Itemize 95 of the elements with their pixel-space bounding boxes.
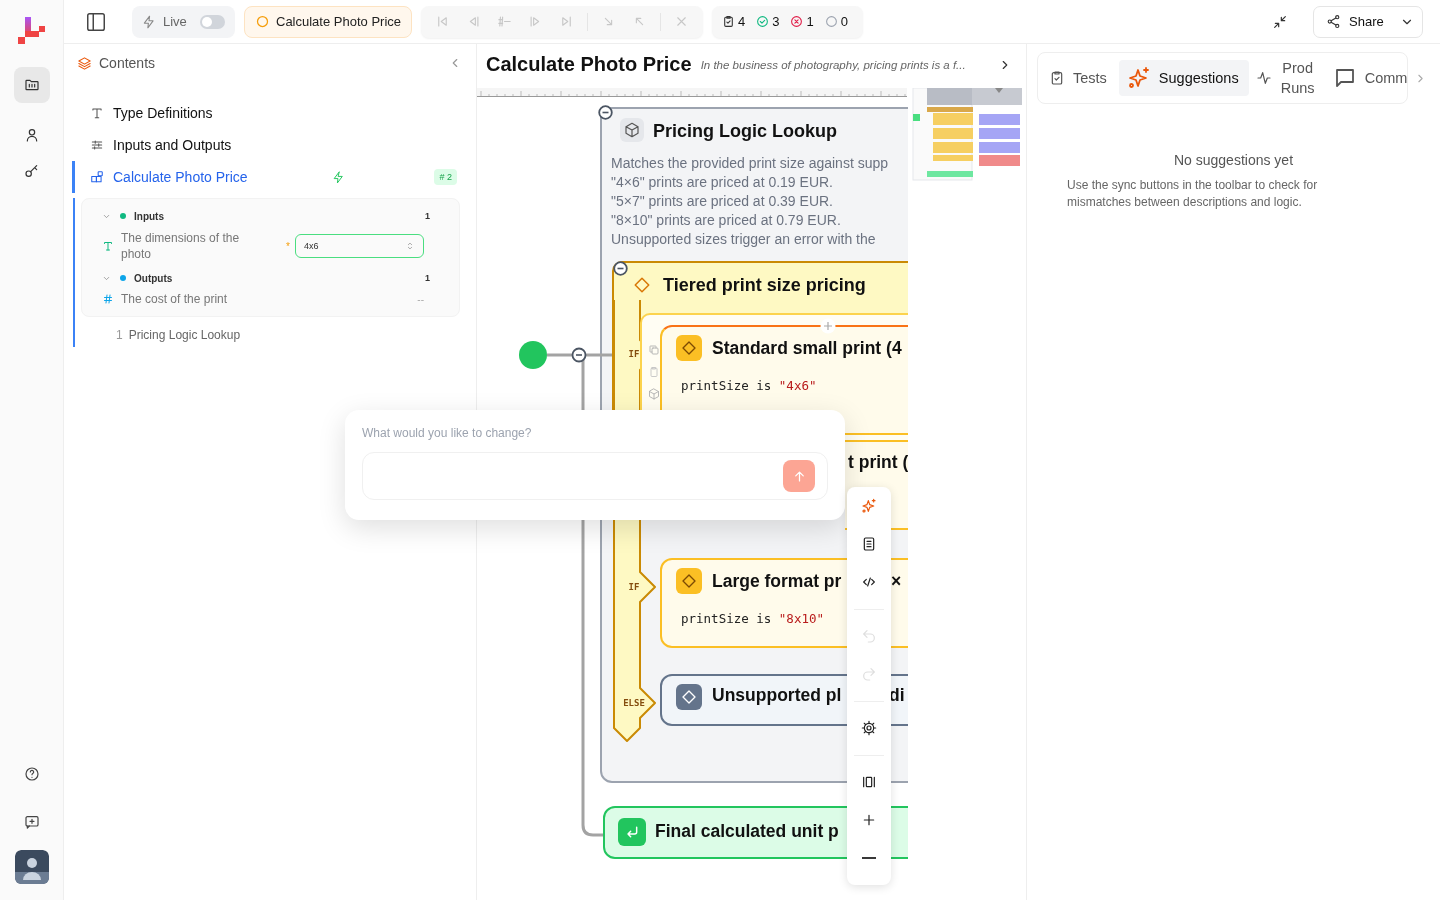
clipboard-check-icon [722, 15, 735, 28]
share-button[interactable]: Share [1313, 5, 1423, 38]
add-icon[interactable] [820, 318, 836, 334]
collapse-icon [1272, 13, 1288, 30]
diamond-icon [633, 276, 651, 294]
section-count: 1 [425, 211, 430, 221]
empty-message: Use the sync buttons in the toolbar to check for mismatches between descriptions and logic. [1067, 177, 1319, 211]
skip-end-icon [559, 14, 574, 29]
section-label: Inputs [134, 210, 164, 222]
branch-title: t print ( [848, 451, 908, 474]
panel-title: Contents [99, 55, 156, 71]
cube-icon [648, 388, 660, 400]
feedback-icon [23, 814, 40, 830]
field-label: The dimensions of the photo [121, 230, 241, 262]
node-title: Pricing Logic Lookup [653, 120, 837, 143]
prompt-label: What would you like to change? [362, 426, 533, 440]
clipboard-check-icon [1049, 70, 1065, 86]
return-icon [624, 824, 640, 840]
copy-icon [648, 344, 660, 356]
line-number-icon [497, 14, 512, 29]
diamond-icon [681, 340, 697, 356]
layers-icon [77, 55, 92, 71]
skip-start-icon [435, 14, 450, 29]
contents-item[interactable]: Calculate Photo Price # 2 [72, 161, 460, 193]
folder-icon [23, 77, 40, 93]
activity-icon [1255, 70, 1272, 86]
panel-tab[interactable]: Suggestions [1118, 60, 1249, 96]
section-label: Outputs [134, 272, 173, 284]
close-icon [674, 14, 689, 29]
clipboard-icon [648, 366, 660, 378]
live-toggle[interactable]: Live [132, 5, 235, 38]
function-chip[interactable]: Calculate Photo Price [244, 5, 412, 38]
blocks-icon [90, 170, 104, 184]
contents-item[interactable]: Type Definitions [72, 97, 460, 129]
check-circle-icon [756, 15, 770, 28]
condition-code: printSize is "4x6" [681, 378, 817, 393]
panel-tab[interactable]: Comm [1327, 60, 1407, 96]
branch-title: Standard small print (4 [712, 337, 902, 360]
panel-tab[interactable]: Tests [1044, 60, 1117, 96]
branch-label: IF [627, 582, 641, 592]
avatar[interactable] [14, 850, 49, 884]
hash-icon [102, 293, 114, 305]
condition-code: printSize is "8x10" [681, 611, 824, 626]
send-button[interactable] [783, 460, 815, 492]
test-count: 1 [806, 14, 814, 29]
prompt-field[interactable] [362, 452, 828, 500]
x-circle-icon [790, 15, 804, 28]
toggle-switch[interactable] [199, 14, 225, 29]
field-label: The cost of the print [121, 291, 228, 307]
test-count: 4 [738, 14, 746, 29]
branch-label: ELSE [622, 698, 646, 708]
circle-icon [255, 14, 270, 29]
collapse-icon[interactable] [571, 347, 587, 363]
chevron-updown-icon [405, 241, 415, 251]
help-icon [23, 766, 40, 782]
required-marker: * [286, 240, 290, 252]
circle-icon [824, 15, 838, 28]
collapse-icon[interactable] [598, 105, 613, 120]
start-node [519, 341, 547, 369]
app-logo [16, 17, 47, 45]
panel-icon [85, 10, 107, 33]
section-count: 1 [425, 273, 430, 283]
bolt-icon [331, 170, 345, 184]
test-count: 0 [840, 14, 848, 29]
count-badge: # 2 [434, 169, 457, 185]
branch-title: Unsupported pl [712, 684, 842, 707]
rail-button[interactable] [13, 67, 50, 103]
node-title: Final calculated unit p [655, 820, 839, 843]
bolt-icon [142, 14, 156, 29]
sparkle-icon [1126, 66, 1151, 90]
text-type-icon [102, 240, 114, 252]
share-icon [1326, 14, 1341, 29]
collapse-icon[interactable] [613, 261, 628, 276]
canvas-title: Calculate Photo Price [486, 53, 692, 76]
branch-title: × [891, 570, 902, 593]
step-item[interactable]: 1 Pricing Logic Lookup [81, 323, 460, 347]
cube-icon [624, 122, 640, 138]
sliders-icon [90, 138, 104, 152]
panel-tab[interactable]: Prod Runs [1250, 60, 1326, 96]
empty-title: No suggestions yet [1172, 152, 1295, 168]
status-dot [120, 275, 126, 281]
output-value: -- [417, 293, 424, 305]
status-dot [120, 213, 126, 219]
text-type-icon [90, 106, 104, 120]
branch-title: Large format pr [712, 570, 842, 593]
contents-item[interactable]: Inputs and Outputs [72, 129, 460, 161]
diamond-icon [681, 689, 697, 705]
key-icon [23, 163, 40, 179]
test-count: 3 [772, 14, 780, 29]
diamond-icon [681, 573, 697, 589]
select-field[interactable]: 4x6 [295, 234, 424, 258]
branch-label: IF [627, 349, 641, 359]
node-title: Tiered print size pricing [663, 274, 866, 297]
node-description: Matches the provided print size against supp "4×6" prints are priced at 0.19 EUR. "5×7" prints are priced at 0.39 EUR. "8×10" prints are priced at 0.79 EUR. Unsupported sizes trigger an error with the [611, 154, 889, 249]
function-summary: In the business of photography, pricing prints is a f... [700, 58, 966, 71]
